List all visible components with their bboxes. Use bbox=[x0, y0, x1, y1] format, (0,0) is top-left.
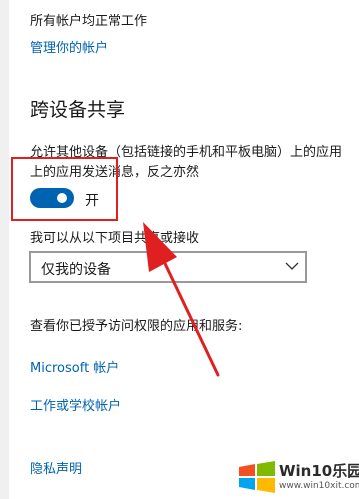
chevron-down-icon bbox=[285, 262, 299, 270]
left-panel-edge bbox=[0, 0, 9, 499]
microsoft-account-link[interactable]: Microsoft 帐户 bbox=[30, 357, 119, 376]
annotation-highlight-box bbox=[11, 157, 118, 221]
work-school-account-link[interactable]: 工作或学校帐户 bbox=[30, 395, 121, 414]
access-description: 查看你已授予访问权限的应用和服务: bbox=[30, 319, 243, 334]
windows-logo-icon bbox=[239, 461, 275, 493]
accounts-status-text: 所有帐户均正常工作 bbox=[30, 14, 148, 29]
share-scope-dropdown[interactable]: 仅我的设备 bbox=[29, 251, 307, 283]
watermark-url: www.win10xit.com bbox=[279, 481, 359, 491]
share-scope-label: 我可以从以下项目共享或接收 bbox=[30, 231, 200, 246]
privacy-statement-link[interactable]: 隐私声明 bbox=[30, 458, 82, 477]
section-title: 跨设备共享 bbox=[30, 99, 126, 121]
annotation-arrow bbox=[143, 222, 220, 377]
dropdown-selected-value: 仅我的设备 bbox=[41, 262, 111, 278]
watermark: Win10乐园 www.win10xit.com bbox=[237, 458, 359, 496]
watermark-brand: Win10乐园 bbox=[279, 462, 359, 480]
manage-accounts-link[interactable]: 管理你的帐户 bbox=[30, 37, 108, 56]
settings-page: 所有帐户均正常工作 管理你的帐户 跨设备共享 允许其他设备（包括链接的手机和平板… bbox=[0, 0, 359, 499]
